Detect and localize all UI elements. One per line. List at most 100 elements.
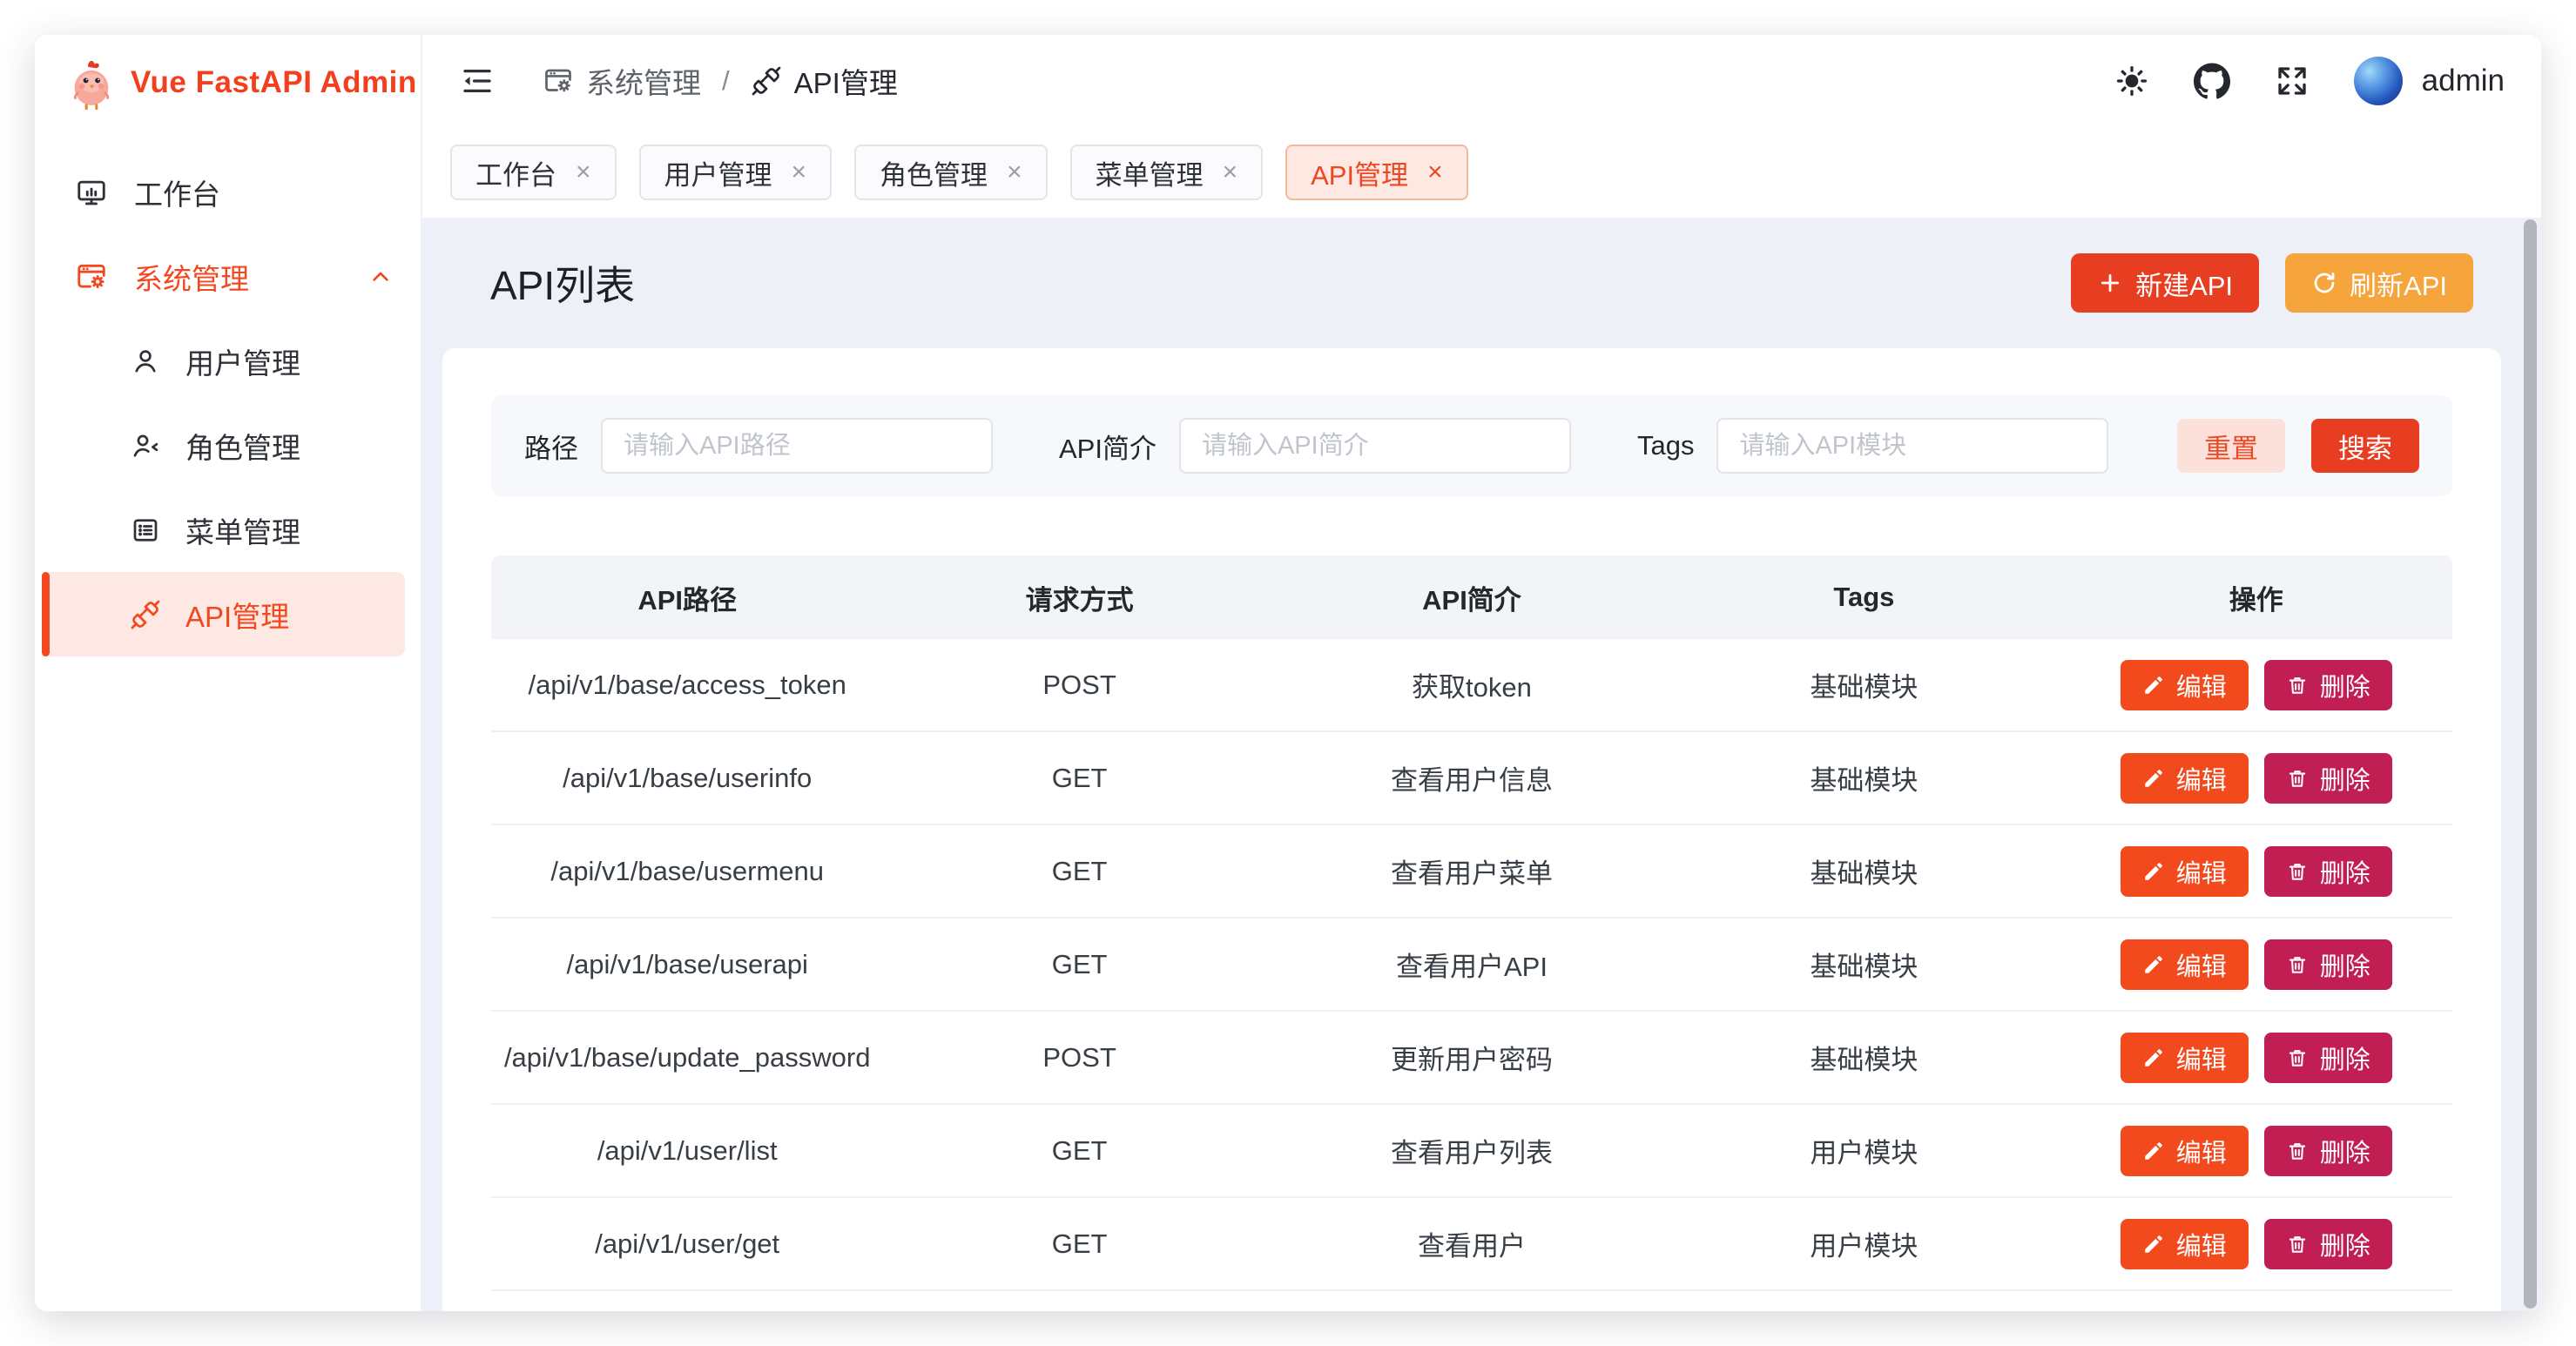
sidebar-item-menus[interactable]: 菜单管理: [42, 488, 405, 572]
tab[interactable]: 用户管理 ×: [639, 145, 833, 200]
cell-actions: 编辑 删除: [2060, 1033, 2452, 1083]
fullscreen-icon[interactable]: [2274, 63, 2310, 99]
table-row: /api/v1/base/userapi GET 查看用户API 基础模块: [491, 919, 2452, 1012]
tab[interactable]: 工作台 ×: [450, 145, 617, 200]
page-header: API列表 新建API: [422, 218, 2541, 348]
tags-label: Tags: [1637, 430, 1694, 461]
monitor-icon: [75, 176, 108, 209]
cell-actions: 编辑 删除: [2060, 1219, 2452, 1269]
cell-summary: 获取token: [1276, 665, 1668, 704]
plus-icon: [2097, 270, 2123, 296]
window-gear-icon: [75, 260, 108, 293]
summary-label: API简介: [1059, 427, 1157, 466]
edit-button[interactable]: 编辑: [2121, 846, 2249, 897]
content-card: 路径 API简介 Tags 重置 搜索 API路径: [442, 348, 2501, 1311]
menu-fold-icon[interactable]: [459, 63, 496, 99]
path-input[interactable]: [601, 418, 993, 474]
delete-button[interactable]: 删除: [2264, 846, 2392, 897]
close-icon[interactable]: ×: [792, 159, 807, 185]
sidebar-menu: 工作台 系统管理: [35, 131, 421, 656]
cell-method: POST: [883, 1042, 1275, 1073]
cell-tags: 用户模块: [1668, 1131, 2060, 1170]
edit-button[interactable]: 编辑: [2121, 660, 2249, 710]
sidebar-item-roles[interactable]: 角色管理: [42, 403, 405, 488]
delete-button[interactable]: 删除: [2264, 660, 2392, 710]
summary-input[interactable]: [1179, 418, 1571, 474]
user-menu[interactable]: admin: [2354, 57, 2505, 105]
delete-button[interactable]: 删除: [2264, 753, 2392, 804]
column-header: API路径: [491, 578, 883, 617]
window-gear-icon: [543, 65, 574, 97]
tabbar: 工作台 × 用户管理 × 角色管理 × 菜单管理 ×: [422, 127, 2541, 218]
cell-method: GET: [883, 1228, 1275, 1260]
avatar[interactable]: [2354, 57, 2403, 105]
role-icon: [130, 430, 161, 461]
create-api-button[interactable]: 新建API: [2071, 253, 2259, 313]
edit-button[interactable]: 编辑: [2121, 939, 2249, 990]
edit-button[interactable]: 编辑: [2121, 1126, 2249, 1176]
cell-summary: 查看用户列表: [1276, 1131, 1668, 1170]
sidebar-item-api[interactable]: API管理: [42, 572, 405, 656]
scrollbar-thumb[interactable]: [2524, 219, 2537, 1309]
close-icon[interactable]: ×: [1427, 159, 1443, 185]
cell-tags: 用户模块: [1668, 1224, 2060, 1263]
cell-path: /api/v1/base/userinfo: [491, 763, 883, 794]
chevron-up-icon[interactable]: [367, 263, 394, 291]
table-row: /api/v1/user/get GET 查看用户 用户模块: [491, 1198, 2452, 1291]
tab-label: 工作台: [475, 153, 556, 192]
table-row: /api/v1/base/update_password POST 更新用户密码…: [491, 1012, 2452, 1105]
reset-button[interactable]: 重置: [2177, 419, 2285, 473]
column-header: 操作: [2060, 578, 2452, 617]
trash-icon: [2286, 767, 2309, 790]
tab-label: 角色管理: [880, 153, 988, 192]
refresh-api-button[interactable]: 刷新API: [2285, 253, 2473, 313]
breadcrumb-api[interactable]: API管理: [751, 60, 898, 102]
delete-button[interactable]: 删除: [2264, 1219, 2392, 1269]
cell-tags: 基础模块: [1668, 665, 2060, 704]
cell-summary: 查看用户: [1276, 1224, 1668, 1263]
table-row: /api/v1/user/list GET 查看用户列表 用户模块: [491, 1105, 2452, 1198]
theme-sun-icon[interactable]: [2114, 63, 2150, 99]
edit-button[interactable]: 编辑: [2121, 753, 2249, 804]
tab[interactable]: 菜单管理 ×: [1070, 145, 1264, 200]
cell-tags: 基础模块: [1668, 758, 2060, 798]
delete-button[interactable]: 删除: [2264, 939, 2392, 990]
sidebar-item-label: 角色管理: [185, 425, 300, 467]
api-table: API路径 请求方式 API简介 Tags 操作: [491, 555, 2452, 1291]
close-icon[interactable]: ×: [576, 159, 591, 185]
cell-actions: 编辑 删除: [2060, 660, 2452, 710]
app-title: Vue FastAPI Admin: [131, 65, 417, 100]
breadcrumb-system[interactable]: 系统管理: [543, 60, 701, 102]
table-row: /api/v1/base/access_token POST 获取token 基…: [491, 639, 2452, 732]
tab[interactable]: API管理 ×: [1285, 145, 1468, 200]
close-icon[interactable]: ×: [1223, 159, 1238, 185]
username: admin: [2422, 64, 2505, 98]
sidebar-item-workbench[interactable]: 工作台: [35, 150, 421, 234]
app-logo[interactable]: Vue FastAPI Admin: [35, 35, 421, 131]
edit-button[interactable]: 编辑: [2121, 1219, 2249, 1269]
breadcrumb-separator: /: [722, 65, 730, 97]
cell-tags: 基础模块: [1668, 945, 2060, 984]
edit-button[interactable]: 编辑: [2121, 1033, 2249, 1083]
close-icon[interactable]: ×: [1007, 159, 1022, 185]
sidebar-item-system[interactable]: 系统管理: [35, 234, 421, 319]
delete-button[interactable]: 删除: [2264, 1033, 2392, 1083]
cell-path: /api/v1/user/get: [491, 1228, 883, 1260]
sidebar-item-users[interactable]: 用户管理: [42, 319, 405, 403]
pencil-icon: [2142, 1233, 2165, 1255]
user-icon: [130, 346, 161, 377]
cell-actions: 编辑 删除: [2060, 753, 2452, 804]
tags-input[interactable]: [1716, 418, 2108, 474]
tab[interactable]: 角色管理 ×: [854, 145, 1048, 200]
menu-list-icon: [130, 515, 161, 546]
github-icon[interactable]: [2194, 63, 2230, 99]
delete-button[interactable]: 删除: [2264, 1126, 2392, 1176]
search-button[interactable]: 搜索: [2311, 419, 2419, 473]
cell-method: POST: [883, 670, 1275, 701]
table-row: /api/v1/base/userinfo GET 查看用户信息 基础模块: [491, 732, 2452, 825]
cell-path: /api/v1/base/access_token: [491, 670, 883, 701]
pencil-icon: [2142, 1047, 2165, 1069]
cell-method: GET: [883, 856, 1275, 887]
cell-method: GET: [883, 763, 1275, 794]
tab-label: 菜单管理: [1096, 153, 1204, 192]
